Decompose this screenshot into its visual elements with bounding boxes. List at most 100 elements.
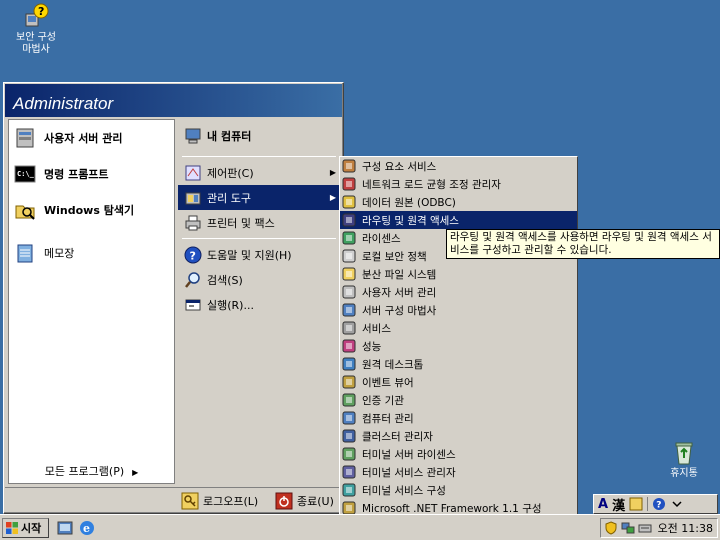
- menu-item-run[interactable]: 실행(R)...: [178, 292, 340, 317]
- svg-text:C:\_: C:\_: [17, 170, 35, 178]
- routing-remote-access-icon: [342, 213, 356, 227]
- certification-authority-icon: [342, 393, 356, 407]
- submenu-item[interactable]: 라우팅 및 원격 액세스: [340, 211, 577, 229]
- submenu-item[interactable]: 인증 기관: [340, 391, 577, 409]
- divider: [647, 497, 649, 511]
- key-icon: [181, 492, 199, 510]
- explorer-icon: [15, 205, 35, 220]
- menu-item-command-prompt[interactable]: C:\_ 명령 프롬프트: [9, 156, 174, 192]
- submenu-item[interactable]: 터미널 서비스 관리자: [340, 463, 577, 481]
- network-icon[interactable]: [621, 521, 635, 535]
- submenu-item-label: 라이센스: [362, 232, 401, 245]
- menu-item-help[interactable]: ? 도움말 및 지원(H): [178, 242, 340, 267]
- show-desktop-icon[interactable]: [56, 519, 74, 537]
- terminal-services-config-icon: [342, 483, 356, 497]
- submenu-item[interactable]: 성능: [340, 337, 577, 355]
- system-tray: 오전 11:38: [600, 518, 718, 538]
- submenu-item[interactable]: 터미널 서버 라이센스: [340, 445, 577, 463]
- start-menu: Administrator 사용자 서버 관리 C:\_ 명령 프롬프트 Win…: [3, 82, 344, 514]
- submenu-item-label: 데이터 원본 (ODBC): [362, 196, 456, 209]
- submenu-item-label: 구성 요소 서비스: [362, 160, 437, 173]
- submenu-item-label: 컴퓨터 관리: [362, 412, 414, 425]
- keyboard-icon[interactable]: [638, 521, 652, 535]
- language-bar: A 漢 ?: [593, 494, 718, 514]
- desktop-icon-recycle-bin[interactable]: 휴지통: [654, 438, 714, 480]
- submenu-item[interactable]: 사용자 서버 관리: [340, 283, 577, 301]
- user-name: Administrator: [13, 94, 114, 113]
- submenu-item-label: 분산 파일 시스템: [362, 268, 437, 281]
- computer-management-icon: [342, 411, 356, 425]
- submenu-item[interactable]: 분산 파일 시스템: [340, 265, 577, 283]
- submenu-item[interactable]: 구성 요소 서비스: [340, 157, 577, 175]
- dfs-icon: [342, 267, 356, 281]
- clock[interactable]: 오전 11:38: [658, 520, 717, 536]
- system-links-list: 내 컴퓨터 제어판(C) ▶ 관리 도구 ▶ 프린터 및 팩스 ? 도움말 및 …: [178, 119, 340, 484]
- submenu-item-label: 원격 데스크톱: [362, 358, 424, 371]
- submenu-item[interactable]: 클러스터 관리자: [340, 427, 577, 445]
- submenu-item[interactable]: 이벤트 뷰어: [340, 373, 577, 391]
- svg-text:e: e: [83, 522, 90, 535]
- submenu-item-label: 라우팅 및 원격 액세스: [362, 214, 459, 227]
- control-panel-icon: [185, 165, 201, 180]
- lang-mode-a[interactable]: A: [598, 497, 608, 512]
- odbc-icon: [342, 195, 356, 209]
- desktop-icon-security-wizard[interactable]: ? 보안 구성 마법사: [6, 2, 66, 56]
- all-programs-button[interactable]: 모든 프로그램(P) ▶: [8, 461, 175, 483]
- server-manage-icon: [16, 128, 34, 148]
- shutdown-button[interactable]: 종료(U): [275, 491, 334, 511]
- submenu-item[interactable]: 터미널 서비스 구성: [340, 481, 577, 499]
- security-shield-icon[interactable]: [604, 521, 618, 535]
- submenu-item-label: 터미널 서버 라이센스: [362, 448, 456, 461]
- menu-separator: [182, 238, 336, 239]
- menu-item-admin-tools[interactable]: 관리 도구 ▶: [178, 185, 340, 210]
- options-icon[interactable]: [670, 497, 684, 511]
- chevron-right-icon: ▶: [132, 468, 139, 477]
- submenu-item-label: 사용자 서버 관리: [362, 286, 437, 299]
- menu-separator: [182, 156, 336, 157]
- menu-item-control-panel[interactable]: 제어판(C) ▶: [178, 160, 340, 185]
- submenu-item[interactable]: 컴퓨터 관리: [340, 409, 577, 427]
- submenu-list: 구성 요소 서비스네트워크 로드 균형 조정 관리자데이터 원본 (ODBC) 라…: [340, 157, 577, 535]
- logoff-button[interactable]: 로그오프(L): [181, 491, 258, 511]
- lang-mode-hanja[interactable]: 漢: [612, 495, 625, 514]
- tooltip: 라우팅 및 원격 액세스를 사용하면 라우팅 및 원격 액세스 서비스를 구성하…: [446, 229, 720, 259]
- desktop-icon-label: 보안 구성 마법사: [16, 32, 56, 55]
- menu-item-my-computer[interactable]: 내 컴퓨터: [178, 119, 340, 153]
- submenu-item-label: 터미널 서비스 구성: [362, 484, 446, 497]
- submenu-item-label: 클러스터 관리자: [362, 430, 433, 443]
- submenu-item-label: 인증 기관: [362, 394, 404, 407]
- start-menu-user-header: Administrator: [5, 84, 342, 117]
- submenu-item[interactable]: 서버 구성 마법사: [340, 301, 577, 319]
- notepad-icon: [17, 244, 33, 263]
- taskbar: 시작 e 오전 11:38: [0, 514, 720, 540]
- menu-item-notepad[interactable]: 메모장: [9, 235, 174, 271]
- internet-explorer-icon[interactable]: e: [78, 519, 96, 537]
- network-load-balancing-icon: [342, 177, 356, 191]
- help-icon[interactable]: ?: [652, 497, 666, 511]
- terminal-services-manager-icon: [342, 465, 356, 479]
- search-icon: [185, 271, 200, 288]
- menu-item-printers[interactable]: 프린터 및 팩스: [178, 210, 340, 235]
- svg-text:?: ?: [190, 249, 196, 262]
- submenu-item-label: 이벤트 뷰어: [362, 376, 414, 389]
- submenu-item[interactable]: 서비스: [340, 319, 577, 337]
- menu-item-search[interactable]: 검색(S): [178, 267, 340, 292]
- menu-item-explorer[interactable]: Windows 탐색기: [9, 192, 174, 228]
- recycle-bin-icon: [675, 442, 693, 465]
- chevron-right-icon: ▶: [329, 193, 336, 202]
- component-services-icon: [342, 159, 356, 173]
- licensing-icon: [342, 231, 356, 245]
- terminal-server-licensing-icon: [342, 447, 356, 461]
- help-icon: ?: [184, 246, 202, 263]
- ime-tool-icon[interactable]: [629, 497, 643, 511]
- submenu-item-label: 서비스: [362, 322, 391, 335]
- submenu-item[interactable]: 원격 데스크톱: [340, 355, 577, 373]
- submenu-item[interactable]: 데이터 원본 (ODBC): [340, 193, 577, 211]
- submenu-item[interactable]: 네트워크 로드 균형 조정 관리자: [340, 175, 577, 193]
- submenu-item-label: 터미널 서비스 관리자: [362, 466, 456, 479]
- dotnet-config-icon: [342, 501, 356, 515]
- menu-item-server-manage[interactable]: 사용자 서버 관리: [9, 120, 174, 156]
- start-button[interactable]: 시작: [2, 518, 49, 538]
- svg-text:?: ?: [656, 501, 661, 511]
- remote-desktop-icon: [342, 357, 356, 371]
